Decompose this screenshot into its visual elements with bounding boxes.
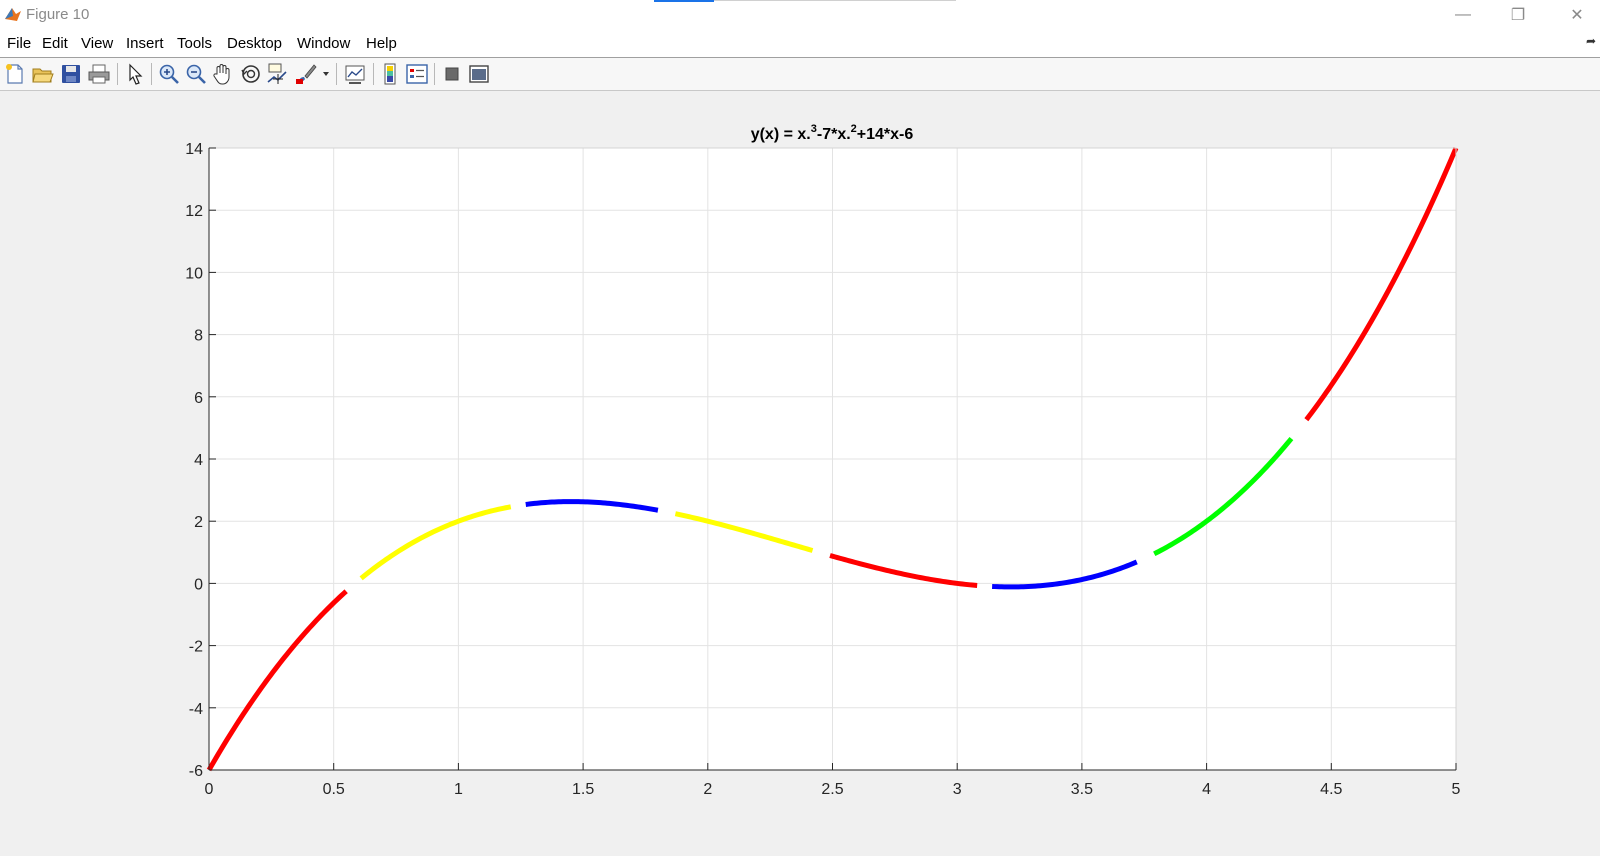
x-tick-label: 2 — [703, 781, 712, 798]
restore-button[interactable]: ❐ — [1495, 0, 1541, 30]
menu-bar: File Edit View Insert Tools Desktop Wind… — [0, 30, 1600, 58]
save-icon[interactable] — [59, 62, 83, 86]
y-tick-label: 14 — [185, 141, 203, 158]
x-tick-label: 5 — [1452, 781, 1461, 798]
chevron-down-icon[interactable] — [322, 70, 330, 78]
chart-title: y(x) = x.3-7*x.2+14*x-6 — [751, 123, 914, 143]
y-tick-label: 8 — [194, 328, 203, 345]
dock-figure-icon[interactable]: ➦ — [1586, 34, 1596, 48]
x-tick-label: 0 — [205, 781, 214, 798]
taskbar-divider — [714, 0, 956, 1]
toolbar-separator — [151, 63, 152, 85]
menu-help[interactable]: Help — [366, 35, 397, 52]
toolbar-separator — [117, 63, 118, 85]
taskbar-accent — [654, 0, 714, 2]
x-tick-label: 4 — [1202, 781, 1211, 798]
close-icon: ✕ — [1570, 7, 1584, 24]
y-tick-label: -6 — [189, 763, 203, 780]
y-tick-label: 4 — [194, 452, 203, 469]
zoom-in-icon[interactable] — [157, 62, 181, 86]
toolbar-separator — [336, 63, 337, 85]
x-tick-label: 0.5 — [323, 781, 345, 798]
window-titlebar: Figure 10 — ❐ ✕ — [0, 0, 1600, 31]
matlab-logo-icon — [5, 8, 21, 21]
toolbar-separator — [373, 63, 374, 85]
line-chart[interactable]: 0 0.5 1 1.5 2 2.5 3 3.5 4 4.5 5 -6 -4 -2 0 2 4 6 8 10 12 14 y… — [0, 91, 1600, 851]
y-tick-label: 10 — [185, 265, 203, 282]
close-button[interactable]: ✕ — [1554, 0, 1600, 30]
menu-edit[interactable]: Edit — [42, 35, 68, 52]
select-arrow-icon[interactable] — [123, 62, 147, 86]
minimize-button[interactable]: — — [1440, 0, 1486, 30]
open-file-icon[interactable] — [31, 62, 55, 86]
menu-tools[interactable]: Tools — [177, 35, 212, 52]
data-cursor-icon[interactable] — [266, 62, 290, 86]
zoom-out-icon[interactable] — [184, 62, 208, 86]
pan-hand-icon[interactable] — [211, 62, 235, 86]
y-tick-label: 12 — [185, 203, 203, 220]
window-title: Figure 10 — [26, 6, 90, 23]
chart-title-part: -7*x. — [817, 126, 851, 143]
x-tick-label: 3.5 — [1071, 781, 1093, 798]
menu-desktop[interactable]: Desktop — [227, 35, 282, 52]
x-tick-label: 4.5 — [1320, 781, 1342, 798]
y-tick-label: -2 — [189, 639, 203, 656]
print-icon[interactable] — [87, 62, 111, 86]
chart-title-part: y(x) = x. — [751, 126, 811, 143]
y-tick-label: 2 — [194, 514, 203, 531]
figure-canvas: 0 0.5 1 1.5 2 2.5 3 3.5 4 4.5 5 -6 -4 -2 0 2 4 6 8 10 12 14 y… — [0, 91, 1600, 851]
toolbar-separator — [434, 63, 435, 85]
hide-plot-tools-icon[interactable] — [440, 62, 464, 86]
x-tick-label: 2.5 — [821, 781, 843, 798]
menu-view[interactable]: View — [81, 35, 113, 52]
x-tick-label: 1.5 — [572, 781, 594, 798]
restore-icon: ❐ — [1510, 7, 1526, 24]
show-plot-tools-icon[interactable] — [467, 62, 491, 86]
colorbar-icon[interactable] — [378, 62, 402, 86]
y-tick-label: 0 — [194, 576, 203, 593]
x-tick-label: 3 — [953, 781, 962, 798]
new-figure-icon[interactable] — [3, 62, 27, 86]
chart-title-part: +14*x-6 — [857, 126, 914, 143]
brush-icon[interactable] — [294, 62, 318, 86]
menu-file[interactable]: File — [7, 35, 31, 52]
rotate-3d-icon[interactable] — [239, 62, 263, 86]
x-tick-label: 1 — [454, 781, 463, 798]
menu-insert[interactable]: Insert — [126, 35, 164, 52]
figure-toolbar — [0, 58, 1600, 91]
legend-icon[interactable] — [405, 62, 429, 86]
y-tick-label: -4 — [189, 701, 203, 718]
menu-window[interactable]: Window — [297, 35, 350, 52]
link-plot-icon[interactable] — [343, 62, 367, 86]
y-tick-label: 6 — [194, 390, 203, 407]
minimize-icon: — — [1455, 6, 1471, 23]
